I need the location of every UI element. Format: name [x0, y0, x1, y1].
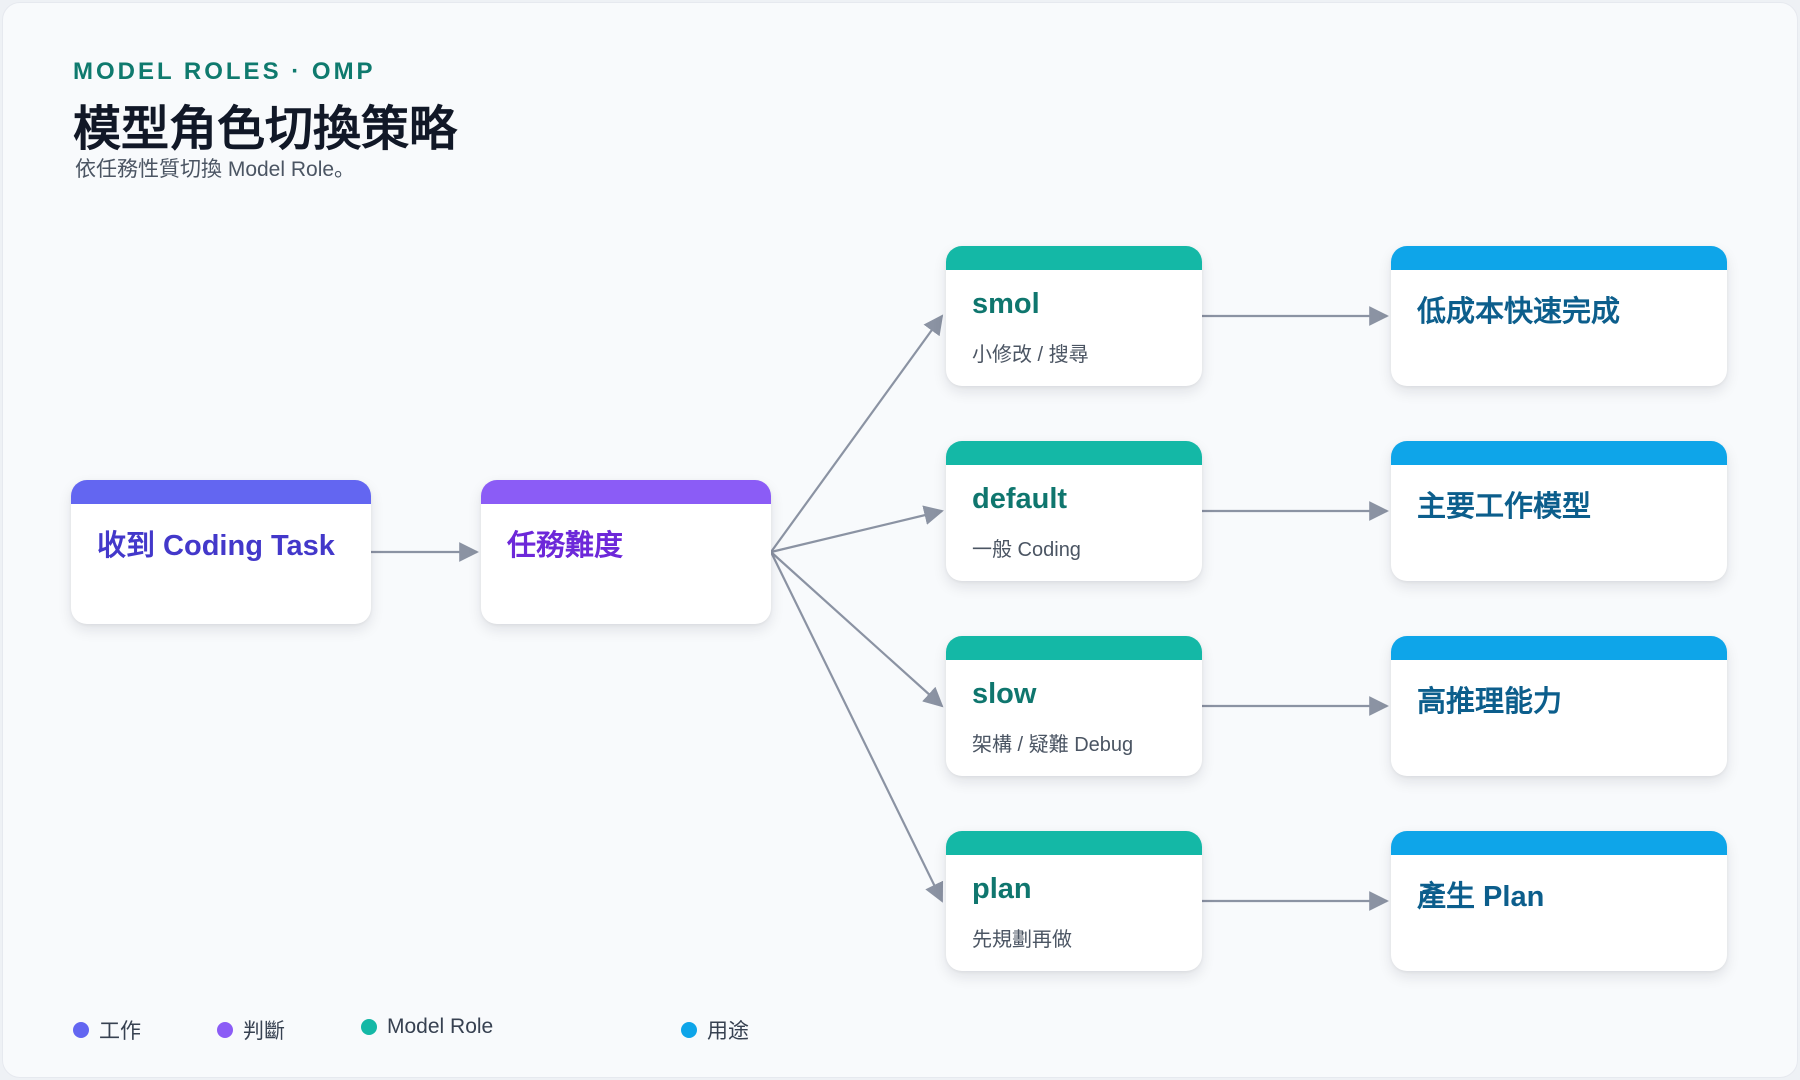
node-label: plan	[972, 873, 1032, 905]
node-label: 低成本快速完成	[1417, 296, 1621, 328]
node-bar	[1391, 636, 1727, 660]
node-bar	[481, 480, 771, 504]
node-bar	[946, 636, 1202, 660]
legend-item-use: 用途	[681, 1015, 749, 1045]
edge-decide-to-slow	[770, 551, 944, 708]
node-decide: 任務難度	[481, 480, 771, 624]
legend-item-decide: 判斷	[217, 1015, 285, 1045]
legend-dot-icon	[361, 1019, 377, 1035]
node-role-slow: slow 架構 / 疑難 Debug	[946, 636, 1202, 776]
legend-label: 工作	[99, 1020, 141, 1043]
node-label: 收到 Coding Task	[97, 530, 335, 562]
node-desc: 小修改 / 搜尋	[972, 344, 1089, 366]
legend-label: 判斷	[243, 1020, 285, 1043]
node-label: 主要工作模型	[1417, 491, 1592, 523]
node-use-slow: 高推理能力	[1391, 636, 1727, 776]
legend-dot-icon	[217, 1022, 233, 1038]
node-task: 收到 Coding Task	[71, 480, 371, 624]
legend-label: 用途	[707, 1020, 749, 1043]
node-label: smol	[972, 288, 1040, 320]
node-use-plan: 產生 Plan	[1391, 831, 1727, 971]
diagram-canvas: MODEL ROLES · OMP 模型角色切換策略 依任務性質切換 Model…	[2, 2, 1798, 1078]
node-bar	[1391, 831, 1727, 855]
legend-label: Model Role	[387, 1015, 494, 1038]
node-bar	[946, 831, 1202, 855]
node-role-plan: plan 先規劃再做	[946, 831, 1202, 971]
node-label: default	[972, 483, 1068, 515]
node-use-default: 主要工作模型	[1391, 441, 1727, 581]
node-desc: 架構 / 疑難 Debug	[972, 734, 1134, 756]
edge-decide-to-plan	[770, 551, 944, 903]
node-role-default: default 一般 Coding	[946, 441, 1202, 581]
node-label: 產生 Plan	[1417, 881, 1545, 913]
node-bar	[1391, 246, 1727, 270]
legend-dot-icon	[681, 1022, 697, 1038]
node-label: slow	[972, 678, 1037, 710]
node-desc: 先規劃再做	[972, 929, 1072, 951]
node-bar	[946, 246, 1202, 270]
node-use-smol: 低成本快速完成	[1391, 246, 1727, 386]
legend-dot-icon	[73, 1022, 89, 1038]
node-label: 任務難度	[507, 530, 624, 562]
node-label: 高推理能力	[1417, 686, 1563, 718]
node-bar	[1391, 441, 1727, 465]
node-desc: 一般 Coding	[972, 539, 1081, 561]
legend-item-role: Model Role	[361, 1015, 493, 1039]
node-bar	[71, 480, 371, 504]
node-role-smol: smol 小修改 / 搜尋	[946, 246, 1202, 386]
node-bar	[946, 441, 1202, 465]
legend-item-work: 工作	[73, 1015, 141, 1045]
